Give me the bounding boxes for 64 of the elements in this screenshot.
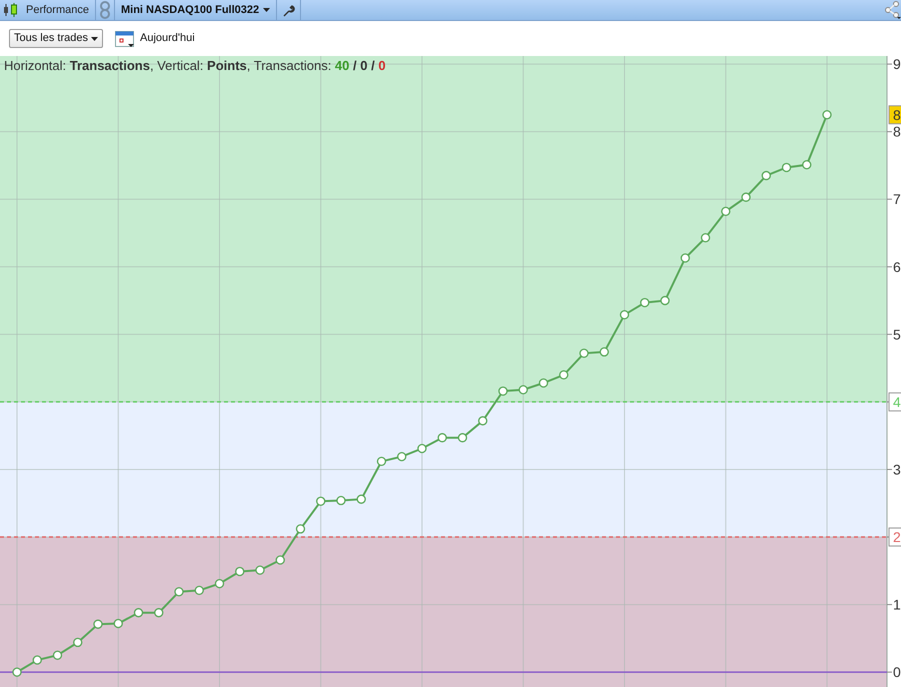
- data-point: [721, 206, 730, 216]
- data-point: [478, 416, 488, 426]
- data-point: [538, 378, 548, 388]
- data-point: [498, 386, 508, 396]
- axis-tick-label: 4: [893, 394, 901, 410]
- last-value-label: 8: [888, 105, 901, 124]
- calendar-icon: [114, 29, 135, 48]
- axis-tick-label: 5: [893, 326, 901, 342]
- data-point: [73, 638, 82, 648]
- data-point: [32, 655, 42, 665]
- data-point: [376, 456, 386, 466]
- data-point: [316, 496, 326, 506]
- performance-tab[interactable]: Performance: [20, 0, 96, 20]
- data-point: [235, 566, 244, 576]
- date-button[interactable]: Aujourd'hui: [114, 29, 195, 48]
- axis-tick-label: 8: [893, 124, 901, 140]
- data-point: [600, 347, 609, 357]
- data-point: [276, 555, 285, 565]
- data-point: [782, 162, 792, 172]
- data-point: [336, 496, 346, 506]
- data-point: [12, 667, 22, 677]
- data-point: [154, 608, 164, 618]
- data-point: [559, 370, 568, 380]
- data-point: [255, 565, 265, 575]
- data-point: [194, 586, 204, 596]
- axis-tick-label: 0: [893, 664, 901, 680]
- data-point: [700, 233, 710, 242]
- data-point: [822, 110, 832, 120]
- data-point: [680, 253, 690, 263]
- data-point: [417, 444, 427, 454]
- data-point: [762, 170, 771, 180]
- axis-tick-label: 1: [893, 596, 901, 613]
- data-point: [174, 587, 184, 596]
- caret-icon: [90, 36, 98, 40]
- axis-tick-label: 7: [893, 191, 901, 208]
- data-point: [620, 310, 630, 320]
- data-point: [397, 452, 406, 462]
- data-point: [296, 524, 306, 534]
- chart-summary: Horizontal: Transactions, Vertical: Points, Transactions: 40 / 0 / 0: [4, 57, 386, 75]
- data-point: [660, 296, 670, 306]
- instrument-dropdown[interactable]: Mini NASDAQ100 Full0322: [114, 0, 278, 20]
- data-point: [802, 160, 812, 170]
- data-point: [214, 578, 224, 588]
- axis-tick-label: 3: [893, 461, 901, 478]
- axis-tick-label: 9: [893, 56, 901, 72]
- data-point: [134, 608, 144, 618]
- link-icon: [98, 1, 112, 19]
- data-point: [458, 433, 468, 442]
- caret-icon: [263, 8, 270, 12]
- data-point: [356, 494, 366, 504]
- data-point: [741, 192, 751, 202]
- axis-tick-label: 2: [893, 529, 901, 546]
- data-point: [438, 433, 447, 442]
- data-point: [579, 348, 589, 358]
- candlestick-icon: [2, 2, 20, 18]
- trades-filter-dropdown[interactable]: Tous les trades: [9, 29, 103, 48]
- data-point: [93, 620, 103, 629]
- data-point: [518, 385, 528, 394]
- axis-tick-label: 6: [893, 258, 901, 275]
- data-point: [52, 650, 62, 660]
- share-icon[interactable]: [884, 1, 901, 19]
- data-point: [114, 618, 123, 628]
- wrench-icon: [282, 4, 296, 16]
- data-point: [640, 298, 650, 308]
